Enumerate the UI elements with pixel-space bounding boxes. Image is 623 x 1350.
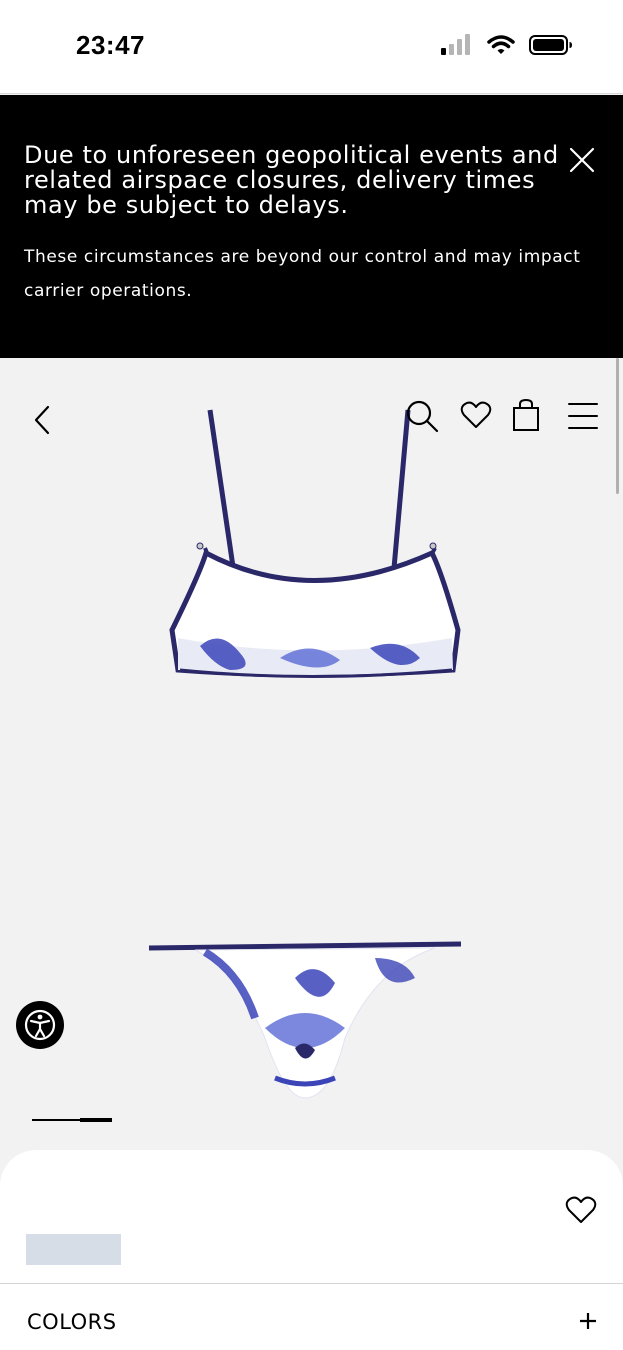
notice-banner: Due to unforeseen geopolitical events an… [0, 95, 623, 358]
carousel-pagination[interactable] [32, 1118, 112, 1122]
status-icons [441, 34, 573, 56]
accessibility-button[interactable] [16, 1001, 64, 1049]
menu-icon[interactable] [568, 402, 598, 430]
shopping-bag-icon[interactable] [512, 398, 540, 432]
plus-icon[interactable] [579, 1312, 597, 1330]
search-icon[interactable] [404, 398, 440, 434]
banner-body: These circumstances are beyond our contr… [24, 247, 581, 301]
bikini-bottom-image [148, 941, 462, 1099]
colors-label: COLORS [27, 1310, 117, 1334]
heart-icon[interactable] [460, 400, 492, 430]
bikini-top-image [169, 409, 461, 678]
battery-icon [529, 35, 572, 55]
banner-title: Due to unforeseen geopolitical events an… [24, 141, 559, 219]
heart-icon[interactable] [565, 1194, 597, 1226]
wifi-icon [487, 35, 515, 54]
back-chevron-icon[interactable] [30, 404, 54, 436]
close-icon[interactable] [567, 145, 597, 175]
cellular-signal-icon [441, 34, 470, 55]
accessibility-icon [24, 1009, 56, 1041]
status-time: 23:47 [76, 30, 145, 60]
product-gallery[interactable] [0, 358, 623, 1158]
status-bar: 23:47 [0, 0, 623, 94]
price-loading-placeholder [26, 1234, 121, 1265]
product-info-panel: COLORS [0, 1150, 623, 1350]
colors-accordion[interactable]: COLORS [0, 1283, 623, 1350]
scrollbar[interactable] [616, 358, 619, 494]
